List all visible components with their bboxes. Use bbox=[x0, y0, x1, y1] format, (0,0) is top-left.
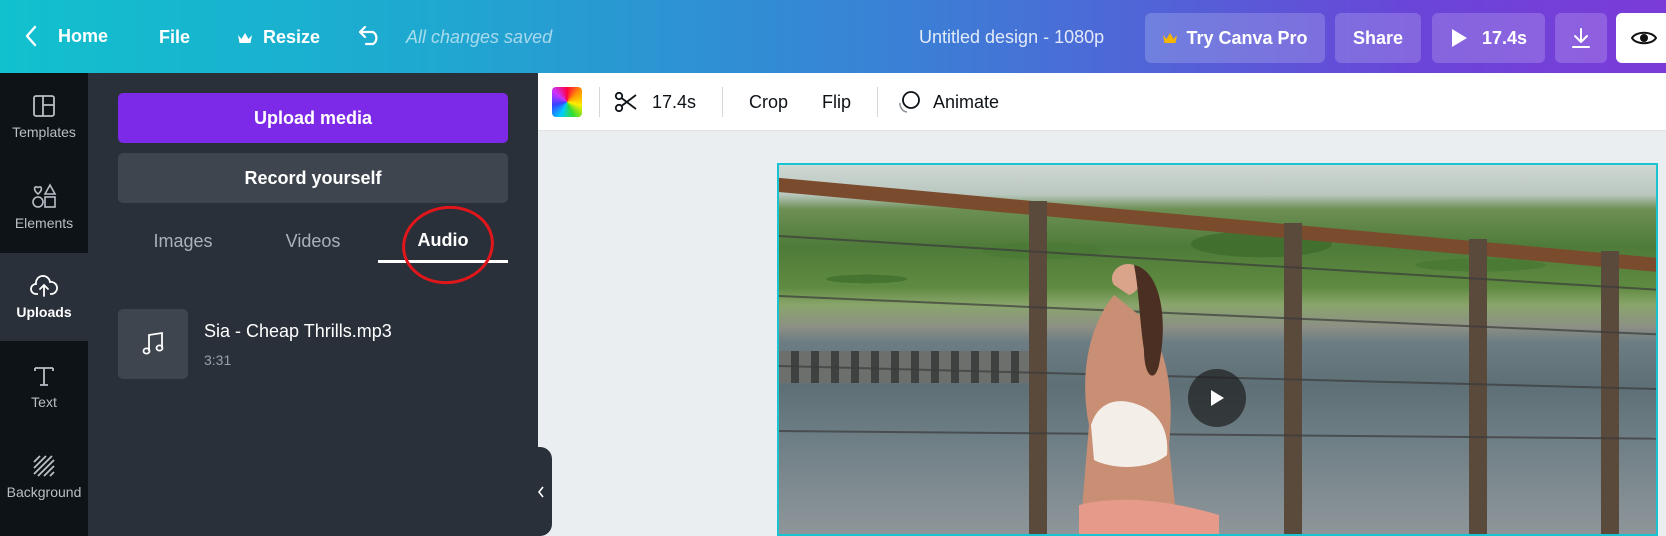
color-picker-button[interactable] bbox=[552, 73, 582, 131]
share-label: Share bbox=[1352, 27, 1404, 48]
home-label: Home bbox=[58, 25, 109, 46]
play-button[interactable]: 17.4s bbox=[1432, 13, 1545, 63]
video-canvas[interactable] bbox=[777, 163, 1658, 536]
rail-label: Background bbox=[6, 484, 82, 500]
toolbar-divider bbox=[722, 87, 723, 117]
save-status: All changes saved bbox=[406, 27, 553, 47]
play-duration: 17.4s bbox=[1481, 27, 1528, 48]
record-yourself-button[interactable]: Record yourself bbox=[118, 153, 508, 203]
document-title[interactable]: Untitled design - 1080p bbox=[919, 27, 1104, 48]
rail-item-text[interactable]: Text bbox=[0, 343, 88, 431]
file-label: File bbox=[159, 27, 191, 47]
audio-file-name: Sia - Cheap Thrills.mp3 bbox=[204, 321, 392, 341]
crop-button[interactable]: Crop bbox=[749, 73, 788, 131]
rail-item-uploads[interactable]: Uploads bbox=[0, 253, 88, 341]
trim-button[interactable]: 17.4s bbox=[614, 73, 696, 131]
audio-thumbnail bbox=[118, 309, 188, 379]
rail-item-elements[interactable]: Elements bbox=[0, 163, 88, 251]
collapse-panel-button[interactable] bbox=[530, 447, 552, 536]
animate-icon bbox=[899, 91, 920, 113]
trim-duration: 17.4s bbox=[652, 91, 697, 112]
undo-icon bbox=[358, 25, 378, 46]
color-swatch bbox=[552, 87, 582, 117]
file-menu-button[interactable]: File bbox=[159, 27, 190, 48]
resize-button[interactable]: Resize bbox=[237, 27, 320, 48]
highlight-circle bbox=[397, 199, 499, 291]
try-pro-label: Try Canva Pro bbox=[1186, 27, 1308, 48]
uploads-icon bbox=[30, 275, 58, 297]
flip-button[interactable]: Flip bbox=[822, 73, 851, 131]
background-icon bbox=[33, 455, 55, 477]
toolbar-divider bbox=[599, 87, 600, 117]
rail-item-background[interactable]: Background bbox=[0, 433, 88, 521]
rail-label: Uploads bbox=[16, 304, 72, 320]
tab-videos[interactable]: Videos bbox=[248, 221, 378, 261]
railing-post bbox=[1601, 251, 1619, 534]
home-button[interactable]: Home bbox=[24, 25, 108, 47]
preview-button[interactable] bbox=[1616, 13, 1666, 63]
elements-icon bbox=[32, 183, 57, 208]
crown-icon bbox=[238, 32, 252, 43]
uploads-panel: Upload media Record yourself Images Vide… bbox=[88, 73, 538, 536]
audio-duration: 3:31 bbox=[204, 352, 232, 368]
chevron-left-icon bbox=[25, 25, 37, 47]
text-icon bbox=[34, 367, 54, 386]
animate-label: Animate bbox=[933, 91, 1000, 112]
rail-label: Elements bbox=[14, 215, 74, 231]
editor-toolbar: 17.4s Crop Flip Animate bbox=[538, 73, 1666, 131]
rail-label: Templates bbox=[12, 124, 76, 140]
eye-icon bbox=[1631, 31, 1657, 45]
undo-button[interactable] bbox=[357, 24, 383, 46]
scissors-icon bbox=[614, 91, 637, 113]
audio-list-item[interactable]: Sia - Cheap Thrills.mp3 3:31 bbox=[118, 309, 508, 381]
play-icon bbox=[1211, 390, 1224, 406]
play-icon bbox=[1451, 29, 1467, 47]
rail-item-templates[interactable]: Templates bbox=[0, 73, 88, 161]
crown-icon bbox=[1163, 33, 1178, 43]
chevron-left-icon bbox=[537, 486, 544, 497]
download-button[interactable] bbox=[1555, 13, 1607, 63]
try-canva-pro-button[interactable]: Try Canva Pro bbox=[1145, 13, 1325, 63]
rail-label: Text bbox=[31, 394, 57, 410]
share-button[interactable]: Share bbox=[1335, 13, 1421, 63]
railing-post bbox=[1469, 239, 1487, 534]
video-play-button[interactable] bbox=[1188, 369, 1246, 427]
video-frame-image bbox=[779, 165, 1656, 534]
templates-icon bbox=[33, 95, 55, 117]
tab-images[interactable]: Images bbox=[118, 221, 248, 261]
resize-label: Resize bbox=[263, 27, 321, 47]
toolbar-divider bbox=[877, 87, 878, 117]
animate-button[interactable]: Animate bbox=[897, 73, 999, 131]
left-rail: Templates Elements Uploads Text Backgrou… bbox=[0, 73, 88, 536]
top-bar: Home File Resize All changes saved Untit… bbox=[0, 0, 1666, 73]
music-note-icon bbox=[142, 331, 164, 355]
upload-media-button[interactable]: Upload media bbox=[118, 93, 508, 143]
download-icon bbox=[1572, 28, 1590, 48]
